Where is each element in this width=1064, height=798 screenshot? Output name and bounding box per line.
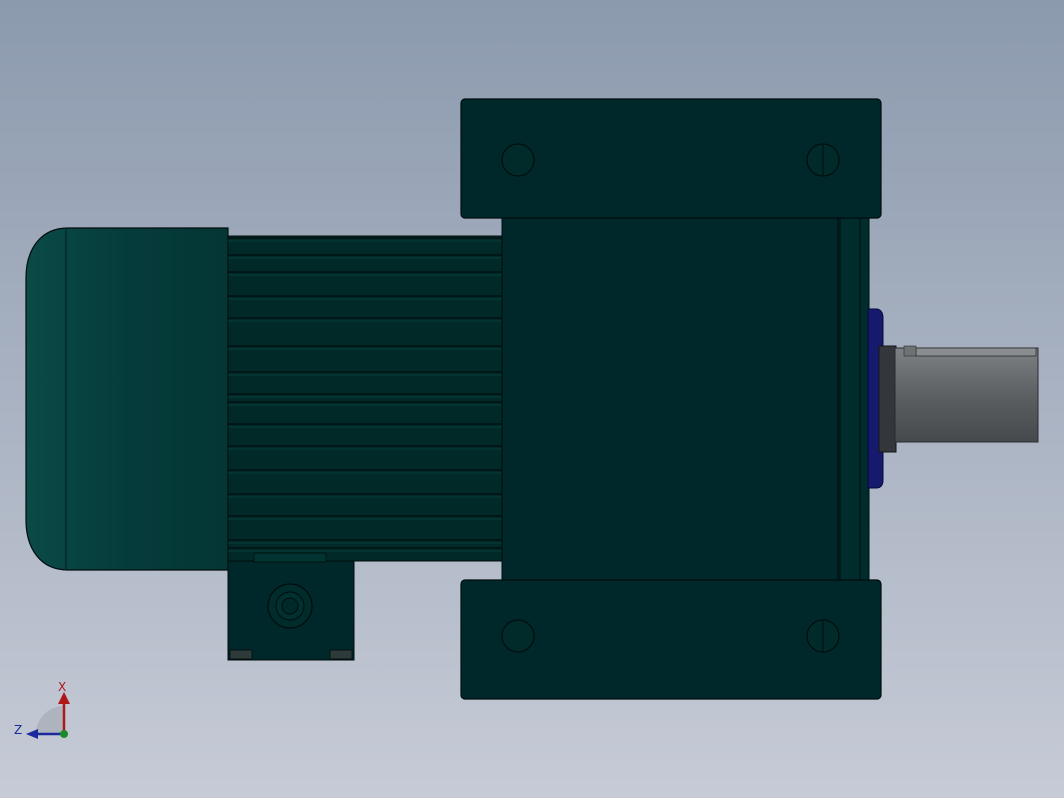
output-shaft[interactable] — [894, 347, 1039, 443]
triad-origin — [60, 730, 68, 738]
mounting-hole-bottom-left[interactable] — [501, 619, 535, 653]
model-view: X Z — [0, 0, 1064, 798]
cable-gland-hole — [281, 597, 299, 615]
shaft-chamfer — [903, 345, 917, 357]
cad-viewport[interactable]: X Z — [0, 0, 1064, 798]
gearbox-output-flange[interactable] — [839, 217, 870, 581]
mounting-hole-top-left[interactable] — [501, 143, 535, 177]
shaft-keyway — [915, 347, 1037, 357]
terminal-foot-right — [329, 649, 353, 660]
motor-end-cap[interactable] — [25, 227, 229, 571]
terminal-foot-left — [229, 649, 253, 660]
shaft-collar — [878, 345, 897, 453]
terminal-box-lip — [253, 552, 327, 563]
x-axis-label: X — [58, 680, 66, 694]
motor-housing[interactable] — [227, 235, 504, 562]
z-axis-label: Z — [14, 723, 22, 737]
gearbox-body[interactable] — [501, 217, 849, 581]
gearbox-assembly[interactable] — [460, 98, 882, 700]
